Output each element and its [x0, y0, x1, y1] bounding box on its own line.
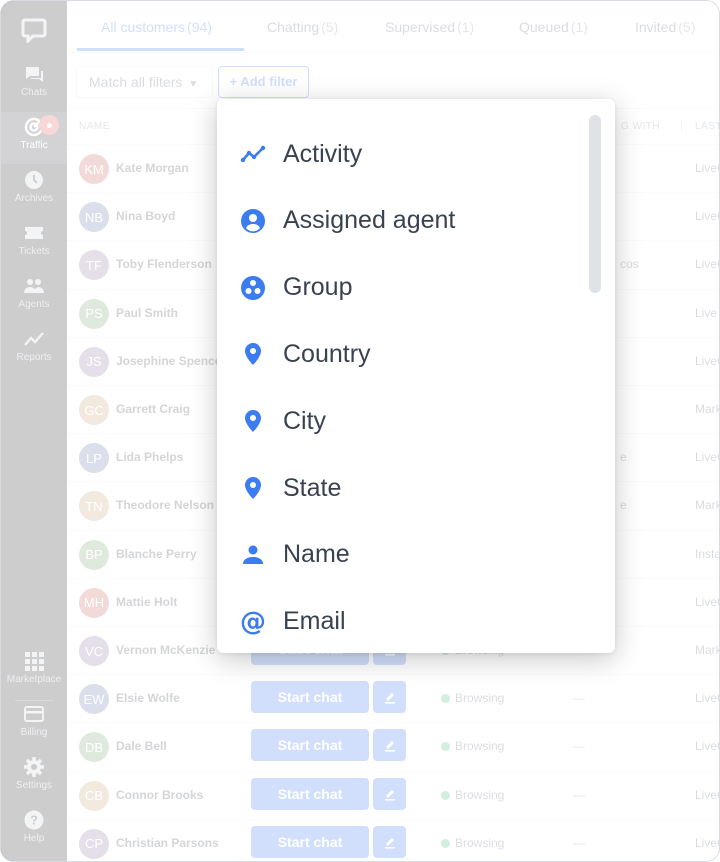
- filter-option-assigned-agent[interactable]: Assigned agent: [217, 188, 589, 254]
- location-pin-icon: [239, 474, 267, 502]
- at-icon: @: [239, 608, 267, 636]
- filter-option-label: Country: [283, 339, 371, 368]
- filter-option-label: Assigned agent: [283, 206, 456, 235]
- group-icon: [239, 274, 267, 302]
- dropdown-scrollbar[interactable]: [589, 115, 601, 293]
- svg-text:@: @: [240, 609, 266, 635]
- filter-option-state[interactable]: State: [217, 455, 589, 521]
- location-pin-icon: [239, 407, 267, 435]
- filter-option-activity[interactable]: Activity: [217, 121, 589, 187]
- filter-option-label: Name: [283, 540, 350, 569]
- filter-option-name[interactable]: Name: [217, 522, 589, 588]
- filter-option-label: State: [283, 473, 342, 502]
- location-pin-icon: [239, 340, 267, 368]
- filter-option-label: City: [283, 406, 327, 435]
- filter-option-country[interactable]: Country: [217, 321, 589, 387]
- filter-option-email[interactable]: @ Email: [217, 589, 589, 653]
- app-window: ChatsTrafficArchivesTicketsAgentsReports…: [0, 0, 720, 862]
- filter-option-group[interactable]: Group: [217, 255, 589, 321]
- filter-option-city[interactable]: City: [217, 388, 589, 454]
- add-filter-dropdown: Activity Assigned agent Group Country City St…: [217, 99, 615, 653]
- filter-option-label: Group: [283, 273, 353, 302]
- activity-icon: [239, 140, 267, 168]
- person-icon: [239, 541, 267, 569]
- filter-option-label: Email: [283, 607, 346, 636]
- assigned-agent-icon: [239, 207, 267, 235]
- filter-option-label: Activity: [283, 139, 363, 168]
